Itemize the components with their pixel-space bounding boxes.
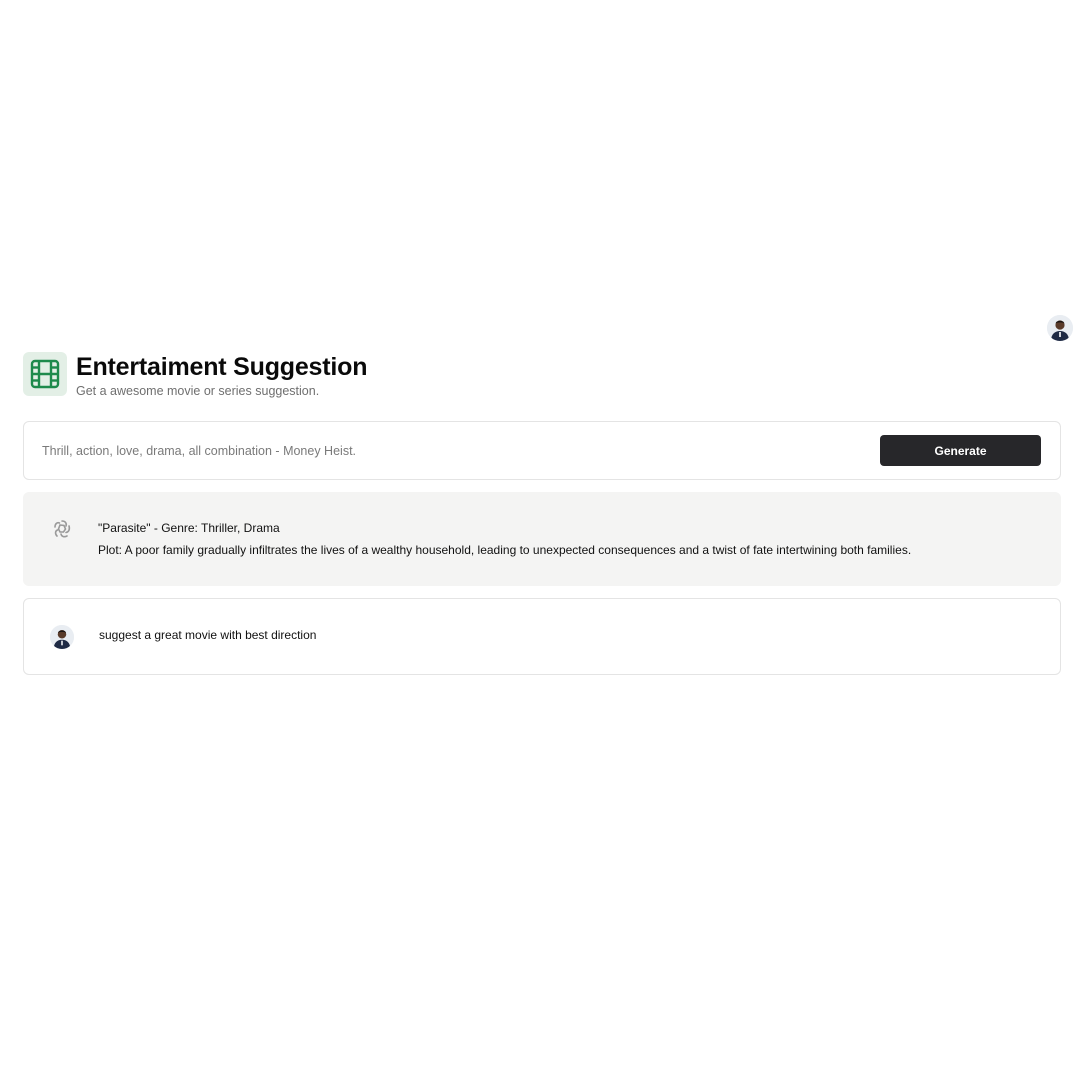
page-title: Entertaiment Suggestion [76, 353, 368, 381]
header-text: Entertaiment Suggestion Get a awesome mo… [76, 352, 367, 399]
ai-message-line: "Parasite" - Genre: Thriller, Drama [98, 521, 280, 535]
user-message: suggest a great movie with best directio… [23, 598, 1061, 675]
user-avatar-icon [50, 625, 74, 649]
page: Entertaiment Suggestion Get a awesome mo… [0, 0, 1080, 1080]
film-icon [23, 352, 67, 396]
user-avatar-icon [1047, 315, 1073, 341]
generate-button[interactable]: Generate [880, 435, 1041, 466]
user-message-text: suggest a great movie with best directio… [99, 628, 317, 642]
ai-message-line: Plot: A poor family gradually infiltrate… [98, 543, 912, 557]
page-subtitle: Get a awesome movie or series suggestion… [76, 384, 320, 398]
prompt-form: Generate [23, 421, 1061, 480]
profile-avatar[interactable] [1047, 315, 1073, 341]
ai-message: "Parasite" - Genre: Thriller, Drama Plot… [23, 492, 1061, 586]
page-header: Entertaiment Suggestion Get a awesome mo… [23, 352, 367, 399]
ai-logo-icon [50, 517, 74, 541]
prompt-input[interactable] [42, 439, 862, 463]
